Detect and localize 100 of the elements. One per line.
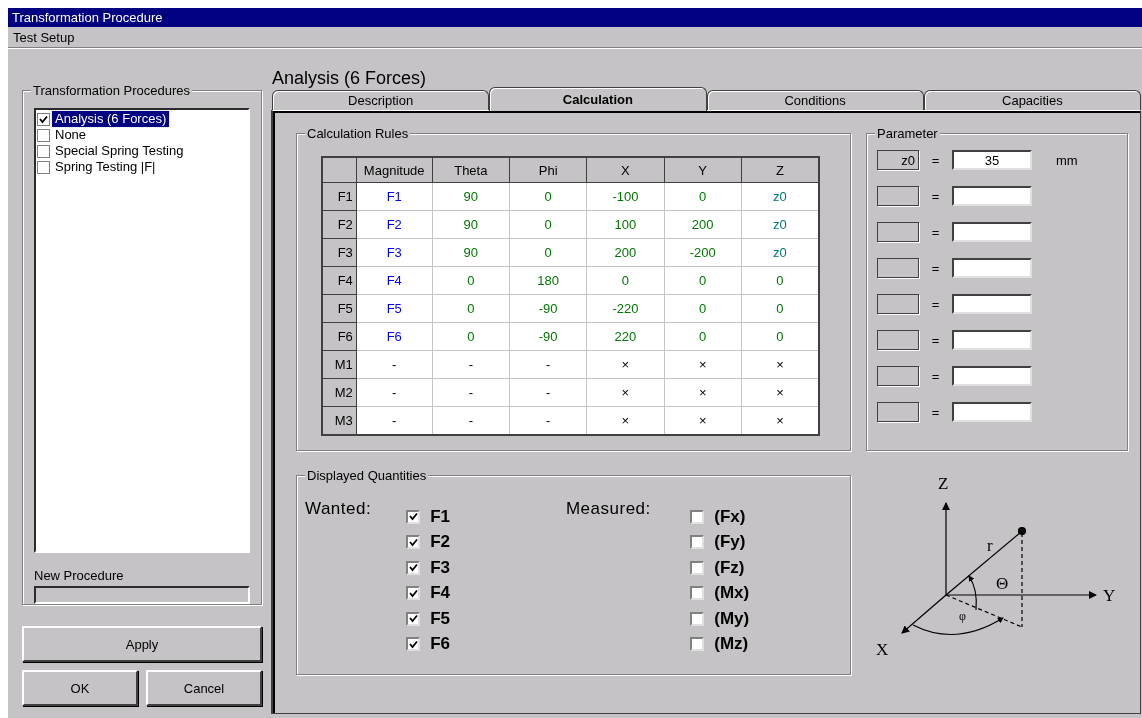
checkbox[interactable]	[37, 112, 50, 126]
table-cell: -220	[586, 294, 665, 323]
group-title: Transformation Procedures	[31, 83, 193, 98]
checkbox[interactable]	[406, 637, 421, 652]
value-field[interactable]	[952, 366, 1032, 386]
value-field[interactable]	[952, 330, 1032, 350]
table-cell: ×	[586, 378, 665, 407]
cancel-button[interactable]: Cancel	[146, 670, 262, 706]
ok-button[interactable]: OK	[22, 670, 138, 706]
table-cell: F6	[356, 322, 433, 351]
table-cell: F3	[356, 238, 433, 267]
table-cell: 0	[432, 266, 510, 295]
tab[interactable]: Calculation	[489, 87, 707, 111]
checkbox-label: (My)	[714, 608, 750, 629]
tab[interactable]: Conditions	[706, 90, 924, 110]
parameter-name	[877, 402, 919, 422]
parameter-name	[877, 294, 919, 314]
table-cell: 0	[509, 210, 587, 239]
window-title: Transformation Procedure	[8, 8, 1142, 27]
checkbox[interactable]	[406, 535, 421, 550]
checkbox-label: F6	[430, 634, 451, 655]
parameter-name	[877, 186, 919, 206]
unit-label: mm	[1056, 152, 1078, 168]
table-cell: -90	[509, 294, 587, 323]
row-header: F4	[322, 266, 357, 295]
checkbox[interactable]	[690, 535, 705, 550]
table-cell: -	[509, 350, 587, 379]
tab[interactable]: Capacities	[923, 90, 1141, 110]
column-header: Z	[741, 157, 819, 183]
table-cell: ×	[664, 378, 742, 407]
equals-sign: =	[930, 188, 941, 204]
row-header: F5	[322, 294, 357, 323]
value-field[interactable]	[952, 186, 1032, 206]
group-title: Displayed Quantities	[305, 468, 429, 483]
table-cell: 0	[509, 182, 587, 211]
column-header: Magnitude	[356, 157, 433, 183]
table-cell: 200	[664, 210, 742, 239]
axis-label: X	[876, 640, 889, 659]
column-header: X	[586, 157, 665, 183]
table-cell: -	[432, 350, 510, 379]
value-field[interactable]	[952, 294, 1032, 314]
column-header: Y	[664, 157, 742, 183]
checkbox[interactable]	[690, 611, 705, 626]
checkbox-label: (Fx)	[714, 506, 746, 527]
radius-label: r	[987, 536, 993, 555]
list-item[interactable]: Special Spring Testing	[52, 143, 187, 159]
table-cell: 0	[664, 294, 742, 323]
row-header: F2	[322, 210, 357, 239]
list-item[interactable]: None	[52, 127, 90, 143]
table-cell: -200	[664, 238, 742, 267]
checkbox-label: (Mz)	[714, 634, 749, 655]
table-cell: 100	[586, 210, 665, 239]
checkbox[interactable]	[37, 144, 50, 158]
input-field[interactable]	[34, 586, 250, 604]
row-header: F1	[322, 182, 357, 211]
checkbox[interactable]	[690, 637, 705, 652]
table-cell: 0	[586, 266, 665, 295]
list-item[interactable]: Analysis (6 Forces)	[52, 111, 170, 127]
angle-label: φ	[959, 609, 966, 623]
wanted-label: Wanted:	[305, 499, 372, 518]
value-field[interactable]	[952, 402, 1032, 422]
checkbox[interactable]	[37, 160, 50, 174]
checkbox[interactable]	[406, 509, 421, 524]
value-field[interactable]: 35	[952, 150, 1032, 170]
equals-sign: =	[930, 224, 941, 240]
checkbox-label: (Fz)	[714, 557, 745, 578]
checkbox[interactable]	[37, 128, 50, 142]
checkbox[interactable]	[690, 509, 705, 524]
checkbox-label: F2	[430, 532, 451, 553]
axis-label: Y	[1103, 586, 1116, 605]
list-item[interactable]: Spring Testing |F|	[52, 159, 159, 175]
tab[interactable]: Description	[272, 90, 490, 110]
checkbox-label: F5	[430, 608, 451, 629]
checkbox[interactable]	[690, 560, 705, 575]
menu-item[interactable]: Test Setup	[10, 29, 78, 45]
angle-label: Θ	[996, 574, 1009, 593]
table-cell: -90	[509, 322, 587, 351]
table-cell: -	[509, 378, 587, 407]
checkbox[interactable]	[690, 586, 705, 601]
parameter-name	[877, 222, 919, 242]
checkbox[interactable]	[406, 611, 421, 626]
checkbox[interactable]	[406, 586, 421, 601]
parameter-name	[877, 258, 919, 278]
table-cell: -	[356, 378, 433, 407]
apply-button[interactable]: Apply	[22, 626, 262, 662]
table-cell: -100	[586, 182, 665, 211]
column-header: Theta	[432, 157, 510, 183]
table-cell: ×	[586, 350, 665, 379]
table-cell: -	[356, 350, 433, 379]
table-cell: 0	[509, 238, 587, 267]
checkbox[interactable]	[406, 560, 421, 575]
row-header: M1	[322, 350, 357, 379]
table-cell: F2	[356, 210, 433, 239]
table-cell: 90	[432, 238, 510, 267]
equals-sign: =	[930, 404, 941, 420]
checkbox-label: (Mx)	[714, 583, 750, 604]
value-field[interactable]	[952, 258, 1032, 278]
value-field[interactable]	[952, 222, 1032, 242]
table-cell: 90	[432, 210, 510, 239]
row-header: F3	[322, 238, 357, 267]
